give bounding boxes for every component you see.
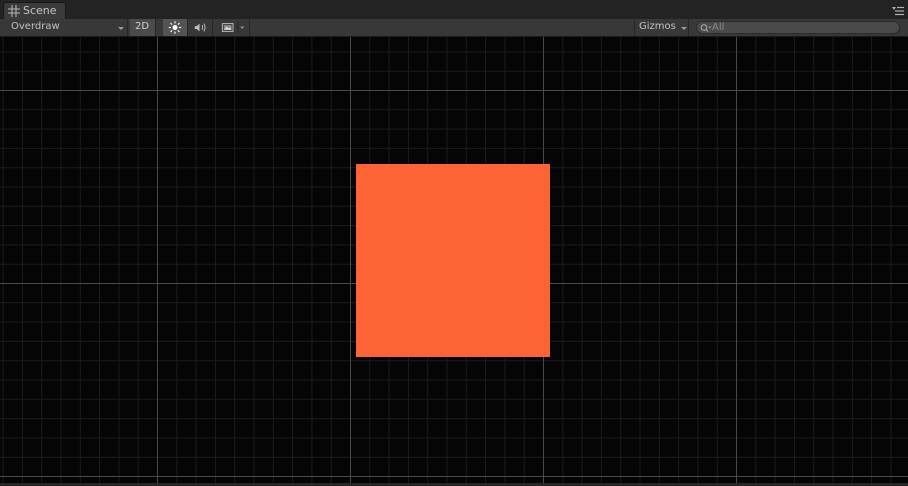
- image-effects-dropdown[interactable]: [218, 19, 250, 36]
- scene-grid-icon: [8, 5, 20, 17]
- tab-scene[interactable]: Scene: [3, 2, 66, 19]
- scene-window: Scene Overdraw 2D Gizmos All: [0, 0, 908, 486]
- sun-icon: [168, 21, 182, 34]
- sprite-square[interactable]: [356, 164, 550, 357]
- audio-icon: [194, 23, 206, 32]
- draw-mode-dropdown[interactable]: Overdraw: [4, 19, 128, 36]
- lighting-toggle[interactable]: [163, 19, 188, 36]
- search-icon: [700, 24, 712, 32]
- search-field[interactable]: [696, 21, 900, 34]
- gizmos-dropdown[interactable]: Gizmos: [634, 19, 689, 36]
- mode-2d-toggle[interactable]: 2D: [130, 19, 156, 36]
- search-input[interactable]: [712, 21, 892, 34]
- chevron-down-icon: [118, 27, 124, 30]
- scene-toolbar: Overdraw 2D Gizmos All: [0, 19, 908, 37]
- gizmos-label: Gizmos: [639, 21, 676, 32]
- chevron-down-icon: [681, 27, 687, 30]
- scene-viewport[interactable]: [0, 37, 908, 483]
- panel-menu-icon[interactable]: [892, 6, 904, 16]
- mode-2d-label: 2D: [135, 21, 150, 32]
- draw-mode-value: Overdraw: [11, 21, 60, 32]
- audio-toggle[interactable]: [189, 19, 213, 36]
- tab-strip: Scene: [0, 0, 908, 20]
- tab-scene-label: Scene: [23, 4, 57, 17]
- image-effects-icon: [221, 22, 245, 33]
